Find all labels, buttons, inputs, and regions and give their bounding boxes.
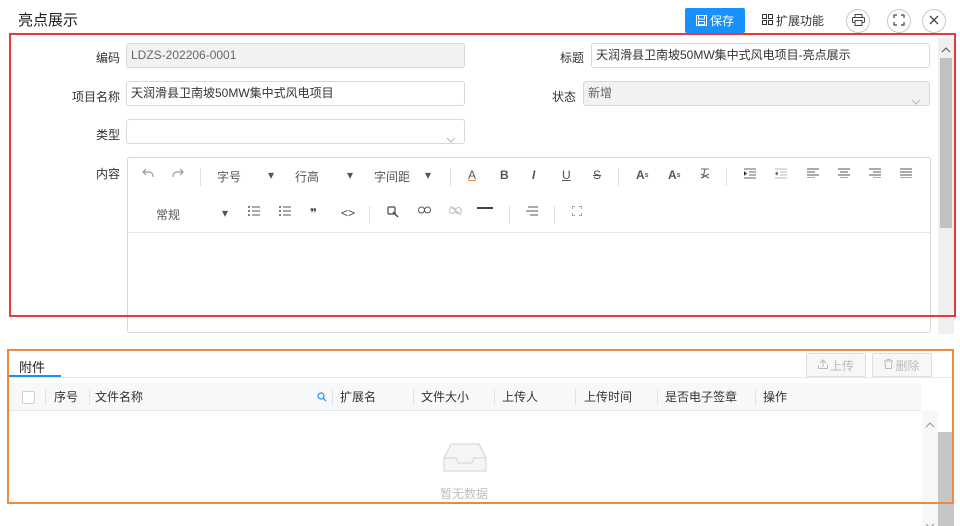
strikethrough-icon[interactable]: S xyxy=(593,168,601,182)
align-center-icon[interactable] xyxy=(838,168,850,178)
title-field[interactable]: 天润滑县卫南坡50MW集中式风电项目-亮点展示 xyxy=(591,43,930,68)
status-select[interactable]: 新增 xyxy=(583,81,930,106)
horizontal-rule-icon[interactable] xyxy=(477,206,493,210)
project-name-label: 项目名称 xyxy=(71,90,120,104)
line-height-select[interactable]: 行高 xyxy=(295,168,319,185)
undo-icon[interactable] xyxy=(142,168,154,178)
chevron-down-icon: ▾ xyxy=(425,168,432,182)
form-scrollbar[interactable] xyxy=(938,38,954,334)
rich-text-editor[interactable]: 字号 ▾ 行高 ▾ 字间距 ▾ A B I U S As As 常规 ▾ ❞ <… xyxy=(127,157,931,333)
paragraph-style-select[interactable]: 常规 xyxy=(156,206,180,223)
chevron-down-icon xyxy=(911,90,921,105)
save-button[interactable]: 保存 xyxy=(685,8,745,33)
expand-icon[interactable] xyxy=(572,206,582,216)
chevron-down-icon xyxy=(446,128,456,143)
inbox-icon xyxy=(443,443,487,477)
chevron-down-icon: ▾ xyxy=(268,168,275,182)
save-label: 保存 xyxy=(709,14,734,28)
grid-icon xyxy=(762,13,773,28)
delete-label: 删除 xyxy=(895,358,920,373)
letter-spacing-label: 字间距 xyxy=(374,170,411,184)
chevron-down-icon xyxy=(925,518,935,526)
code-icon[interactable]: <> xyxy=(341,206,355,220)
column-actions[interactable]: 操作 xyxy=(763,383,787,411)
font-size-label: 字号 xyxy=(217,170,242,184)
column-extension[interactable]: 扩展名 xyxy=(340,383,376,411)
bullet-list-icon[interactable] xyxy=(248,206,260,216)
extend-function-label: 扩展功能 xyxy=(776,14,825,28)
select-all-checkbox[interactable] xyxy=(22,391,35,404)
font-color-icon[interactable]: A xyxy=(468,168,476,182)
tab-divider xyxy=(9,377,953,378)
align-justify-icon[interactable] xyxy=(900,168,912,178)
indent-increase-icon[interactable] xyxy=(744,168,756,179)
attachments-table-header: 序号 文件名称 扩展名 文件大小 上传人 上传时间 是否电子签章 操作 xyxy=(9,383,921,411)
delete-button[interactable]: 删除 xyxy=(872,353,932,377)
code-label: 编码 xyxy=(95,51,120,65)
line-height-label: 行高 xyxy=(295,170,320,184)
scrollbar-thumb[interactable] xyxy=(940,58,952,228)
chevron-up-icon xyxy=(925,417,935,431)
editor-toolbar-row-1: 字号 ▾ 行高 ▾ 字间距 ▾ A B I U S As As xyxy=(128,158,930,194)
print-button[interactable] xyxy=(846,9,870,33)
upload-icon xyxy=(817,358,828,372)
status-label: 状态 xyxy=(551,90,576,104)
code-field[interactable]: LDZS-202206-0001 xyxy=(126,43,465,68)
extend-function-button[interactable]: 扩展功能 xyxy=(762,8,824,33)
indent-decrease-icon[interactable] xyxy=(775,168,787,179)
subscript-icon[interactable]: As xyxy=(668,168,681,182)
printer-icon xyxy=(851,13,865,29)
table-scrollbar[interactable] xyxy=(922,411,938,526)
letter-spacing-select[interactable]: 字间距 xyxy=(374,168,410,185)
empty-state-text: 暂无数据 xyxy=(440,487,489,501)
column-file-size[interactable]: 文件大小 xyxy=(421,383,469,411)
redo-icon[interactable] xyxy=(172,168,184,178)
fullscreen-button[interactable] xyxy=(887,9,911,33)
empty-state xyxy=(430,440,500,477)
link-icon[interactable] xyxy=(418,206,431,214)
quote-icon[interactable]: ❞ xyxy=(310,206,317,220)
align-left-icon[interactable] xyxy=(807,168,819,178)
chevron-down-icon: ▾ xyxy=(222,206,229,220)
emoji-icon[interactable] xyxy=(387,206,399,218)
unlink-icon[interactable] xyxy=(449,206,462,215)
chevron-down-icon: ▾ xyxy=(347,168,354,182)
editor-toolbar-row-2: 常规 ▾ ❞ <> xyxy=(128,196,930,232)
column-upload-time[interactable]: 上传时间 xyxy=(584,383,632,411)
align-right-icon[interactable] xyxy=(869,168,881,178)
header: 亮点展示 保存 扩展功能 xyxy=(0,0,960,36)
font-size-select[interactable]: 字号 xyxy=(217,168,241,185)
clear-style-icon[interactable] xyxy=(526,206,538,216)
column-file-name[interactable]: 文件名称 xyxy=(95,383,143,411)
content-label: 内容 xyxy=(95,167,120,181)
type-select[interactable] xyxy=(126,119,465,144)
title-label: 标题 xyxy=(559,51,584,65)
page-scrollbar-thumb[interactable] xyxy=(938,432,954,526)
italic-icon[interactable]: I xyxy=(532,168,535,182)
superscript-icon[interactable]: As xyxy=(636,168,649,182)
underline-icon[interactable]: U xyxy=(562,168,571,182)
numbered-list-icon[interactable] xyxy=(279,206,291,216)
column-uploader[interactable]: 上传人 xyxy=(502,383,538,411)
bold-icon[interactable]: B xyxy=(500,168,509,182)
chevron-up-icon xyxy=(941,42,951,56)
page-title: 亮点展示 xyxy=(18,12,79,29)
close-icon xyxy=(929,14,939,28)
status-value: 新增 xyxy=(588,86,613,100)
column-e-signature[interactable]: 是否电子签章 xyxy=(665,383,737,411)
paragraph-style-label: 常规 xyxy=(156,208,181,222)
toolbar-divider xyxy=(128,232,930,233)
upload-label: 上传 xyxy=(829,358,854,373)
clear-format-icon[interactable] xyxy=(699,168,711,179)
type-label: 类型 xyxy=(95,128,120,142)
expand-icon xyxy=(893,13,905,29)
save-icon xyxy=(695,15,707,26)
trash-icon xyxy=(884,358,894,372)
column-index[interactable]: 序号 xyxy=(54,383,78,411)
project-name-field[interactable]: 天润滑县卫南坡50MW集中式风电项目 xyxy=(126,81,465,106)
search-icon[interactable] xyxy=(317,391,327,405)
tab-attachments[interactable]: 附件 xyxy=(19,357,45,376)
close-button[interactable] xyxy=(922,9,946,33)
upload-button[interactable]: 上传 xyxy=(806,353,866,377)
